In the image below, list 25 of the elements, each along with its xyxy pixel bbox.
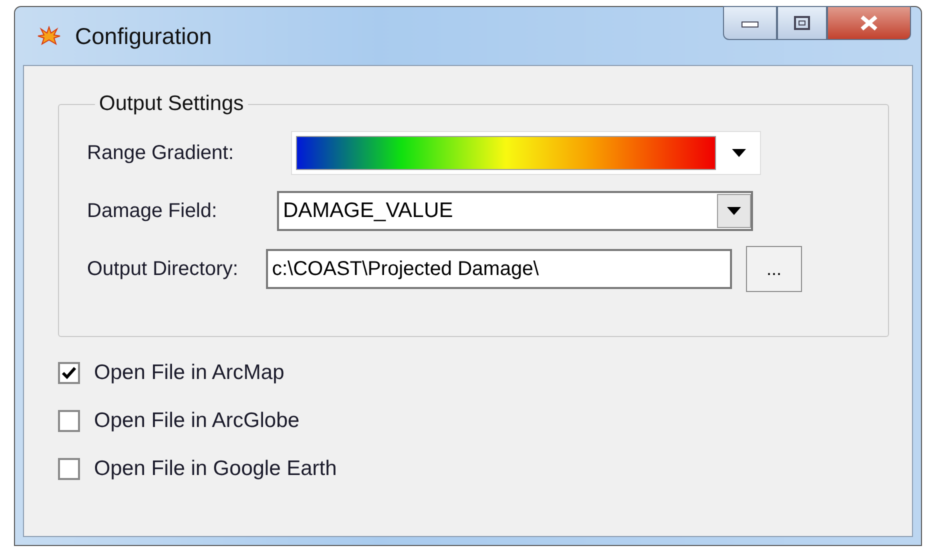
minimize-button[interactable]	[723, 6, 777, 40]
damage-field-dropdown[interactable]: DAMAGE_VALUE	[277, 191, 753, 231]
checkbox[interactable]	[58, 458, 80, 480]
checkbox[interactable]	[58, 410, 80, 432]
maximize-button[interactable]	[777, 6, 827, 40]
checkmark-icon	[61, 366, 77, 380]
checkbox[interactable]	[58, 362, 80, 384]
close-icon	[859, 15, 879, 31]
gradient-dropdown[interactable]	[291, 131, 761, 175]
directory-input[interactable]: c:\COAST\Projected Damage\	[266, 249, 732, 289]
field-label: Output Directory:	[87, 258, 240, 280]
maximize-icon	[794, 16, 810, 30]
checkbox-label[interactable]: Open File in ArcGlobe	[94, 409, 300, 433]
field-label: Damage Field:	[87, 200, 218, 222]
browse-button[interactable]: ...	[746, 246, 802, 292]
window-title: Configuration	[75, 22, 212, 50]
close-button[interactable]	[827, 6, 911, 40]
checkbox-label[interactable]: Open File in Google Earth	[94, 457, 337, 481]
burst-icon	[37, 26, 61, 46]
checkbox-label[interactable]: Open File in ArcMap	[94, 361, 284, 385]
group-title: Output Settings	[98, 92, 245, 116]
dropdown-arrow-icon	[732, 149, 746, 157]
field-label: Range Gradient:	[87, 142, 235, 164]
dropdown-button[interactable]	[717, 194, 751, 228]
dropdown-arrow-icon	[727, 207, 741, 215]
